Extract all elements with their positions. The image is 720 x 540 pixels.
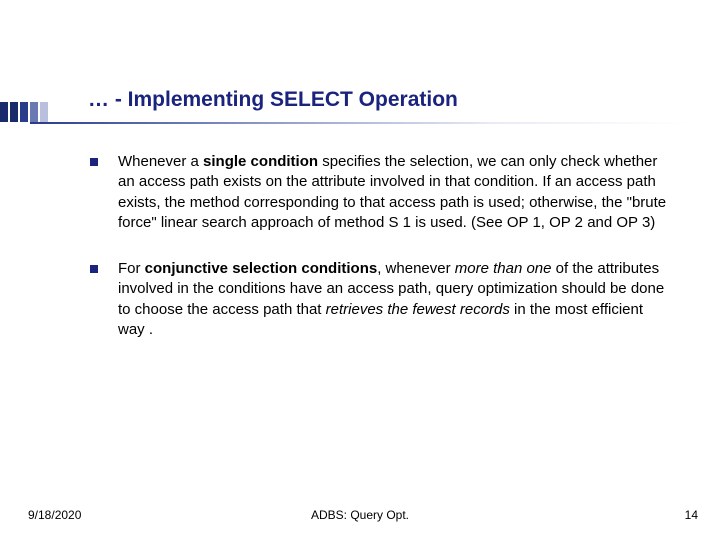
- text-bold: single condition: [203, 153, 318, 170]
- bullet-icon: [90, 158, 98, 166]
- text-italic: more than one: [455, 260, 552, 277]
- bullet-text: Whenever a single condition specifies th…: [118, 152, 670, 233]
- title-accent-bars: [0, 102, 52, 122]
- content-area: Whenever a single condition specifies th…: [90, 152, 670, 366]
- list-item: For conjunctive selection conditions, wh…: [90, 259, 670, 340]
- bullet-text: For conjunctive selection conditions, wh…: [118, 259, 670, 340]
- slide-title: … - Implementing SELECT Operation: [88, 88, 458, 112]
- footer-center: ADBS: Query Opt.: [0, 508, 720, 522]
- bullet-icon: [90, 265, 98, 273]
- text-span: Whenever a: [118, 153, 203, 170]
- text-span: For: [118, 260, 145, 277]
- slide: … - Implementing SELECT Operation Whenev…: [0, 0, 720, 540]
- text-italic: retrieves the fewest records: [326, 301, 510, 318]
- footer-page-number: 14: [685, 508, 698, 522]
- title-underline: [30, 122, 690, 124]
- text-bold: conjunctive selection conditions: [145, 260, 378, 277]
- text-span: , whenever: [377, 260, 455, 277]
- list-item: Whenever a single condition specifies th…: [90, 152, 670, 233]
